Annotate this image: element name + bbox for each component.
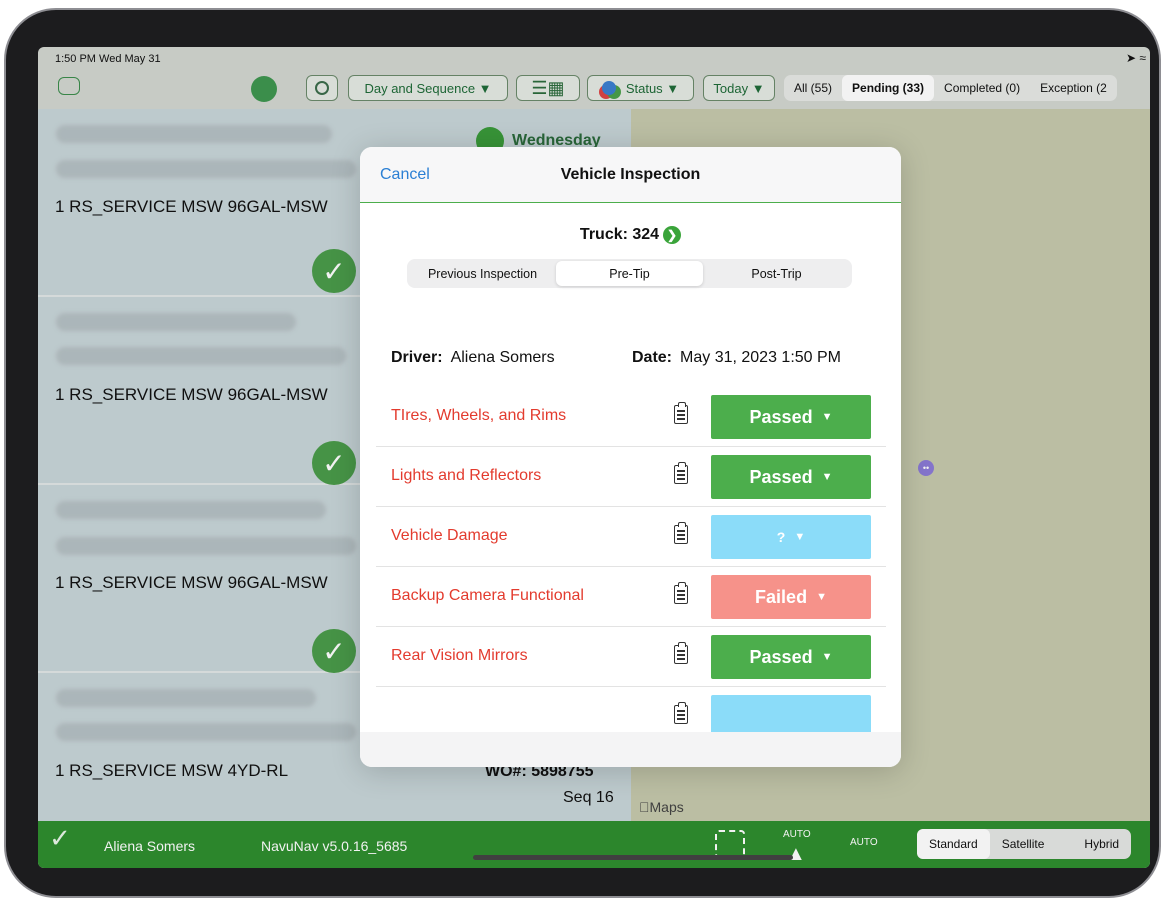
status-dropdown-button[interactable]: Passed ▼ bbox=[711, 455, 871, 499]
ipad-frame: 1:50 PM Wed May 31 ➤ ≈ Day and Sequence … bbox=[4, 8, 1161, 898]
item-name: Backup Camera Functional bbox=[391, 587, 584, 604]
tab-previous-inspection[interactable]: Previous Inspection bbox=[409, 261, 556, 286]
status-value: Passed bbox=[749, 406, 813, 427]
inspection-items-list[interactable]: TIres, Wheels, and Rims Passed ▼ Lights a… bbox=[376, 387, 886, 732]
inspection-item: Lights and Reflectors Passed ▼ bbox=[376, 447, 886, 507]
inspection-item: Rear Vision Mirrors Passed ▼ bbox=[376, 627, 886, 687]
caret-down-icon: ▼ bbox=[821, 411, 833, 423]
notes-clipboard-icon[interactable] bbox=[674, 582, 688, 604]
status-dropdown-button[interactable]: Passed ▼ bbox=[711, 635, 871, 679]
item-name: Lights and Reflectors bbox=[391, 467, 542, 484]
inspection-item: TIres, Wheels, and Rims Passed ▼ bbox=[376, 387, 886, 447]
notes-clipboard-icon[interactable] bbox=[674, 702, 688, 724]
status-value: ? bbox=[776, 529, 786, 545]
item-name: Rear Vision Mirrors bbox=[391, 647, 528, 664]
notes-clipboard-icon[interactable] bbox=[674, 402, 688, 424]
tab-pre-tip[interactable]: Pre-Tip bbox=[556, 261, 703, 286]
status-dropdown-button[interactable]: ? ▼ bbox=[711, 515, 871, 559]
item-name: TIres, Wheels, and Rims bbox=[391, 407, 567, 424]
inspection-type-segment: Previous Inspection Pre-Tip Post-Trip bbox=[407, 259, 852, 288]
modal-footer bbox=[360, 732, 901, 767]
date-value: May 31, 2023 1:50 PM bbox=[680, 349, 841, 366]
caret-down-icon: ▼ bbox=[821, 651, 833, 663]
vehicle-inspection-modal: Cancel Vehicle Inspection Truck: 324 ❯ Pr… bbox=[360, 147, 901, 767]
item-name: Vehicle Damage bbox=[391, 527, 508, 544]
inspection-item bbox=[376, 687, 886, 732]
date-row: Date: May 31, 2023 1:50 PM bbox=[632, 349, 841, 367]
inspection-item: Backup Camera Functional Failed ▼ bbox=[376, 567, 886, 627]
tab-post-trip[interactable]: Post-Trip bbox=[703, 261, 850, 286]
driver-value: Aliena Somers bbox=[450, 349, 555, 366]
driver-row: Driver: Aliena Somers bbox=[391, 349, 555, 367]
notes-clipboard-icon[interactable] bbox=[674, 462, 688, 484]
driver-label: Driver: bbox=[391, 349, 443, 366]
truck-row[interactable]: Truck: 324 ❯ bbox=[360, 226, 901, 244]
modal-header: Cancel Vehicle Inspection bbox=[360, 147, 901, 203]
truck-label: Truck: 324 bbox=[579, 226, 660, 244]
inspection-item: Vehicle Damage ? ▼ bbox=[376, 507, 886, 567]
notes-clipboard-icon[interactable] bbox=[674, 642, 688, 664]
date-label: Date: bbox=[632, 349, 673, 366]
screen: 1:50 PM Wed May 31 ➤ ≈ Day and Sequence … bbox=[38, 47, 1150, 868]
status-dropdown-button[interactable]: Passed ▼ bbox=[711, 395, 871, 439]
status-value: Passed bbox=[749, 466, 813, 487]
caret-down-icon: ▼ bbox=[821, 471, 833, 483]
caret-down-icon: ▼ bbox=[816, 591, 827, 603]
status-dropdown-button[interactable] bbox=[711, 695, 871, 732]
modal-title: Vehicle Inspection bbox=[560, 166, 701, 183]
caret-down-icon: ▼ bbox=[794, 531, 806, 543]
chevron-right-icon[interactable]: ❯ bbox=[663, 226, 682, 244]
status-value: Failed bbox=[755, 586, 808, 607]
status-value: Passed bbox=[749, 646, 813, 667]
status-dropdown-button[interactable]: Failed ▼ bbox=[711, 575, 871, 619]
notes-clipboard-icon[interactable] bbox=[674, 522, 688, 544]
